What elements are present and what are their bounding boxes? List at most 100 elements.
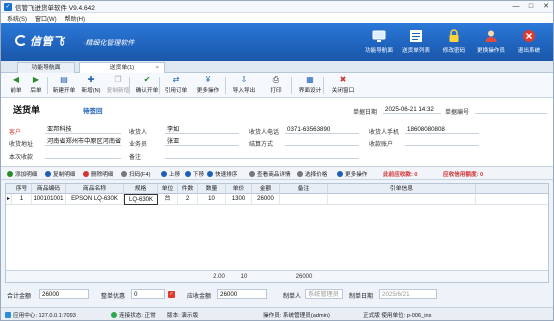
- license-status: 正式版 使用单位: p-006_ins: [363, 313, 432, 319]
- detail-button-0[interactable]: 添加明细: [7, 170, 37, 178]
- table-cell[interactable]: 台: [158, 194, 178, 205]
- tab-nav-panel[interactable]: 功能导航面: [17, 62, 75, 73]
- lock-icon: [449, 29, 459, 42]
- receipt-label: 本次收款: [9, 155, 34, 161]
- detail-button-7[interactable]: 查看商品详情: [249, 170, 291, 178]
- brand-name: 信管飞: [30, 36, 65, 48]
- account-field[interactable]: [405, 137, 479, 146]
- menu-system[interactable]: 系统(S): [7, 14, 27, 23]
- salesman-field[interactable]: 张亚: [165, 137, 239, 146]
- switch-operator-button[interactable]: 更换操作员: [471, 27, 511, 59]
- toolbar-add-button[interactable]: ✚ 新增(N): [79, 76, 103, 96]
- column-header[interactable]: 单位: [158, 184, 178, 194]
- make-date-field: 2025/6/21: [379, 289, 437, 299]
- detail-button-icon: [45, 171, 51, 177]
- table-cell[interactable]: 26000: [252, 194, 280, 205]
- detail-button-5[interactable]: 下移: [185, 170, 204, 178]
- detail-button-label: 添加明细: [15, 172, 38, 178]
- logo-icon: [15, 35, 27, 46]
- table-cell[interactable]: LQ-630K: [124, 194, 158, 205]
- table-cell[interactable]: [328, 194, 476, 205]
- toolbar-new-doc-button[interactable]: ▤ 新建开单: [51, 76, 77, 96]
- toolbar-more-button[interactable]: ¥ 更多操作: [191, 76, 225, 96]
- receiver-field[interactable]: 李如: [165, 125, 239, 134]
- brand-logo: 信管飞: [15, 33, 65, 49]
- table-cell[interactable]: 100101001: [32, 194, 66, 205]
- column-header[interactable]: 件数: [178, 184, 198, 194]
- detail-button-1[interactable]: 复制明细: [45, 170, 75, 178]
- detail-button-2[interactable]: 删除明细: [83, 170, 113, 178]
- slogan-text: 精细化管理软件: [85, 40, 135, 47]
- address-field[interactable]: 河南省郑州市中原区河南省: [45, 137, 121, 146]
- change-password-button[interactable]: 修改密码: [434, 27, 474, 59]
- toolbar-next-button[interactable]: ▶ 后单: [27, 76, 45, 96]
- table-cell[interactable]: 2: [178, 194, 198, 205]
- remark-field[interactable]: [165, 150, 359, 159]
- toolbar-quote-button[interactable]: ⇄ 引用订单: [163, 76, 189, 96]
- receiver-mobile-field[interactable]: 18608080808: [405, 125, 479, 134]
- toolbar-prev-button[interactable]: ◀ 前单: [7, 76, 25, 96]
- nav-panel-button[interactable]: 功能导航面: [359, 27, 399, 59]
- detail-button-icon: [121, 171, 127, 177]
- doc-date-field[interactable]: 2025-06-21 14:32: [383, 105, 441, 114]
- toolbar-separator: [225, 77, 226, 94]
- detail-button-icon: [297, 171, 303, 177]
- doc-number-field[interactable]: [475, 105, 547, 114]
- column-header[interactable]: 规格: [124, 184, 158, 194]
- maximize-button[interactable]: □: [524, 2, 538, 12]
- discount-field[interactable]: 0: [131, 289, 165, 299]
- exit-system-button[interactable]: 退出系统: [509, 27, 549, 59]
- menu-help[interactable]: 帮助(H): [65, 14, 85, 23]
- table-cell[interactable]: [280, 194, 328, 205]
- toolbar-import-export-button[interactable]: ⇩ 导入导出: [229, 76, 259, 96]
- column-header[interactable]: 商品编码: [32, 184, 66, 194]
- column-header[interactable]: 备注: [280, 184, 328, 194]
- remark-label: 备注: [129, 155, 142, 161]
- column-header[interactable]: 序号: [12, 184, 32, 194]
- toolbar-label: 界面设计: [298, 88, 322, 94]
- maker-field: 系统管理员: [305, 289, 343, 299]
- next-icon: ▶: [32, 75, 40, 84]
- delivery-list-button[interactable]: 送货单列表: [396, 27, 436, 59]
- design-icon: ▦: [306, 75, 314, 84]
- minimize-button[interactable]: —: [509, 2, 523, 12]
- table-cell[interactable]: 10: [198, 194, 226, 205]
- column-header[interactable]: 金额: [252, 184, 280, 194]
- tab-delivery-note-label: 送货单(1): [109, 65, 135, 71]
- toolbar-close-window-button[interactable]: ✖ 关闭窗口: [327, 76, 359, 96]
- column-header[interactable]: 引单信息: [328, 184, 476, 194]
- table-cell[interactable]: 1: [12, 194, 32, 205]
- calculator-icon[interactable]: ✓: [168, 291, 175, 298]
- column-header[interactable]: 数量: [198, 184, 226, 194]
- receiver-phone-field[interactable]: 0371-63563890: [285, 125, 359, 134]
- customer-field[interactable]: 亚邦科技: [45, 125, 121, 134]
- detail-button-4[interactable]: 上移: [161, 170, 180, 178]
- server-icon: [5, 312, 11, 318]
- title-bar: ✓ 信管飞进货单软件 V9.4.642 — □ ✕: [1, 1, 553, 13]
- connection-text: 连接状态: 正常: [119, 313, 156, 319]
- table-cell[interactable]: EPSON LQ-630K: [66, 194, 124, 205]
- settlement-field[interactable]: [285, 137, 359, 146]
- table-cell[interactable]: 1300: [226, 194, 252, 205]
- toolbar-copy-button[interactable]: ❐ 复制新增: [105, 76, 131, 96]
- window-title: 信管飞进货单软件 V9.4.642: [15, 4, 95, 12]
- detail-button-icon: [7, 171, 13, 177]
- menu-window[interactable]: 窗口(W): [35, 14, 57, 23]
- receipt-field[interactable]: [45, 150, 121, 159]
- toolbar-confirm-button[interactable]: ✔ 确认开单: [133, 76, 161, 96]
- detail-button-9[interactable]: 更多操作: [337, 170, 367, 178]
- tab-delivery-note[interactable]: 送货单(1) ×: [79, 62, 165, 73]
- detail-button-3[interactable]: 扫码(F4): [121, 170, 150, 178]
- toolbar-print-button[interactable]: ⎙ 打印: [263, 76, 289, 96]
- detail-table: 序号 商品编码 商品名称 规格 单位 件数 数量 单价 金额 备注 引单信息 ▸ 1 100101001…: [5, 183, 549, 283]
- detail-button-label: 更多操作: [345, 172, 368, 178]
- detail-button-6[interactable]: 快速排序: [207, 170, 237, 178]
- detail-button-8[interactable]: 选择价格: [297, 170, 327, 178]
- close-button[interactable]: ✕: [539, 2, 553, 12]
- toolbar-design-button[interactable]: ▦ 界面设计: [295, 76, 325, 96]
- salesman-label: 业务员: [129, 142, 148, 148]
- column-header[interactable]: 单价: [226, 184, 252, 194]
- column-header[interactable]: 商品名称: [66, 184, 124, 194]
- table-row[interactable]: ▸ 1 100101001 EPSON LQ-630K LQ-630K 台 2 10 1300 2…: [6, 194, 548, 205]
- menu-bar: 系统(S) 窗口(W) 帮助(H): [1, 13, 553, 23]
